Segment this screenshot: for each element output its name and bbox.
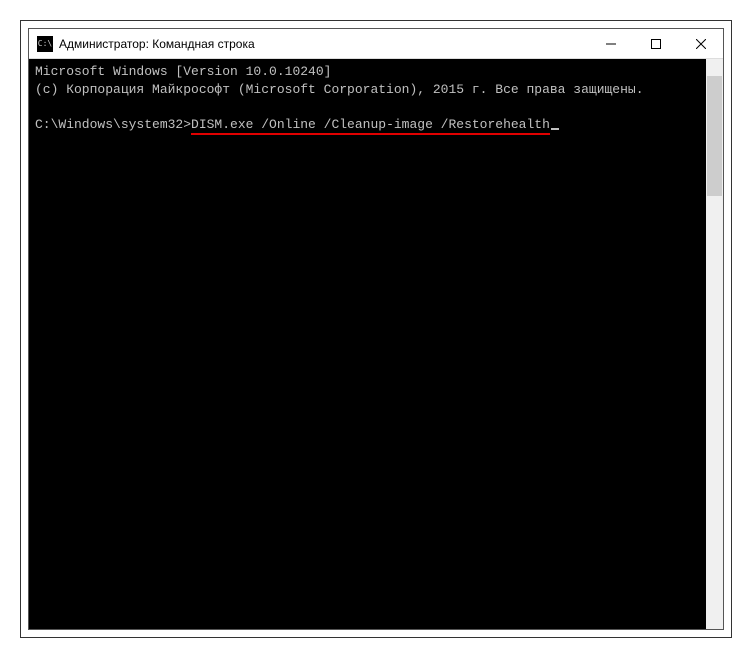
prompt: C:\Windows\system32> [35,117,191,132]
maximize-button[interactable] [633,29,678,58]
terminal-area: Microsoft Windows [Version 10.0.10240](c… [29,59,723,629]
cursor [551,128,559,130]
terminal-output[interactable]: Microsoft Windows [Version 10.0.10240](c… [29,59,706,629]
command-prompt-window: C:\ Администратор: Командная строка Micr… [28,28,724,630]
window-controls [588,29,723,58]
close-icon [696,39,706,49]
titlebar[interactable]: C:\ Администратор: Командная строка [29,29,723,59]
vertical-scrollbar[interactable] [706,59,723,629]
cmd-icon-label: C:\ [38,39,52,48]
close-button[interactable] [678,29,723,58]
window-title: Администратор: Командная строка [59,37,588,51]
maximize-icon [651,39,661,49]
scrollbar-thumb[interactable] [707,76,722,196]
output-blank [35,98,700,116]
cmd-icon: C:\ [37,36,53,52]
prompt-line: C:\Windows\system32>DISM.exe /Online /Cl… [35,116,700,134]
output-line: (c) Корпорация Майкрософт (Microsoft Cor… [35,81,700,99]
minimize-button[interactable] [588,29,633,58]
minimize-icon [606,39,616,49]
output-line: Microsoft Windows [Version 10.0.10240] [35,63,700,81]
command-text: DISM.exe /Online /Cleanup-image /Restore… [191,117,550,135]
